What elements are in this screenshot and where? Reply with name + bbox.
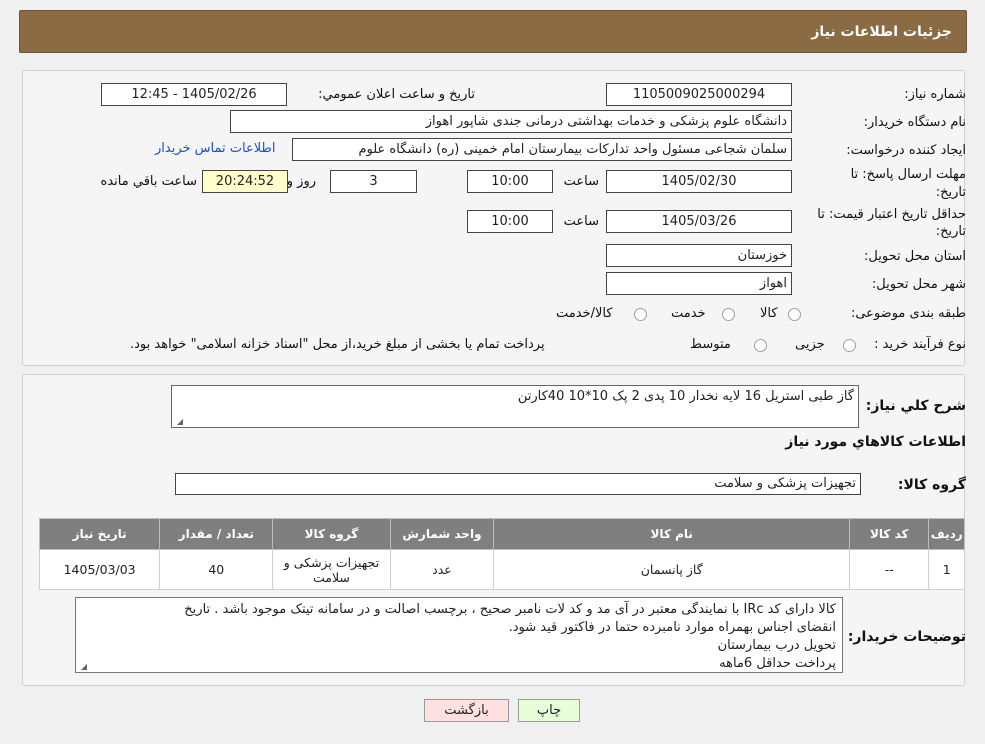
category-option-service: خدمت — [671, 306, 706, 321]
process-note: پرداخت تمام یا بخشی از مبلغ خرید،از محل … — [130, 337, 545, 352]
creator-field: سلمان شجاعی مسئول واحد تدارکات بیمارستان… — [292, 138, 792, 161]
deadline-label: مهلت ارسال پاسخ: تا — [850, 167, 966, 182]
cell-need-date: 1405/03/03 — [38, 549, 161, 590]
page-title: جزئیات اطلاعات نیاز — [811, 23, 952, 40]
buyer-notes-label: توضیحات خریدار: — [847, 629, 966, 645]
buyer-note-line: کالا دارای کد IRc با نمایندگی معتبر در آ… — [184, 602, 836, 617]
category-option-goods-service: کالا/خدمت — [556, 306, 613, 321]
buyer-contact-link[interactable]: اطلاعات تماس خریدار — [155, 141, 275, 156]
days-remaining-field: 3 — [330, 170, 417, 193]
buyer-org-label: نام دستگاه خریدار: — [863, 115, 966, 130]
process-label: نوع فرآیند خرید : — [874, 337, 966, 352]
creator-label: ایجاد کننده درخواست: — [846, 143, 966, 158]
col-header-quantity: تعداد / مقدار — [159, 518, 274, 550]
buyer-note-line: تحویل درب بیمارستان — [717, 638, 836, 653]
category-label: طبقه بندی موضوعی: — [850, 306, 966, 321]
goods-group-field: تجهیزات پزشکی و سلامت — [175, 473, 861, 495]
cell-goods-code: -- — [848, 549, 930, 590]
resize-grip-icon[interactable]: ◢ — [175, 418, 183, 426]
need-number-label: شماره نیاز: — [904, 87, 966, 102]
back-button[interactable]: بازگشت — [424, 699, 509, 722]
category-radio-goods-service[interactable] — [634, 308, 647, 321]
validity-time-label: ساعت — [563, 214, 599, 229]
need-number-field: 1105009025000294 — [606, 83, 792, 106]
summary-title-label: شرح کلي نياز: — [865, 398, 966, 414]
category-radio-goods[interactable] — [788, 308, 801, 321]
buyer-note-line: پرداخت حداقل 6ماهه — [719, 656, 836, 671]
col-header-goods-name: نام کالا — [493, 518, 850, 550]
process-radio-minor[interactable] — [843, 339, 856, 352]
table-row: 1 -- گاز پانسمان عدد تجهیزات پزشکی و سلا… — [38, 549, 965, 590]
process-radio-medium[interactable] — [754, 339, 767, 352]
page-header: جزئیات اطلاعات نیاز — [19, 10, 967, 53]
validity-label: حداقل تاریخ اعتبار قیمت: تا — [817, 207, 966, 222]
deadline-time-field: 10:00 — [467, 170, 553, 193]
col-header-row-number: رديف — [928, 518, 965, 550]
announce-datetime-field: 1405/02/26 - 12:45 — [101, 83, 287, 106]
goods-table: رديف کد کالا نام کالا واحد شمارش گروه کا… — [38, 518, 965, 590]
summary-title-text: گاز طبی استریل 16 لایه نخدار 10 پدی 2 پک… — [517, 389, 854, 404]
validity-date-field: 1405/03/26 — [606, 210, 792, 233]
city-label: شهر محل تحویل: — [871, 277, 966, 292]
province-field: خوزستان — [606, 244, 792, 267]
cell-row-number: 1 — [928, 549, 965, 590]
announce-label: تاریخ و ساعت اعلان عمومي: — [318, 87, 475, 102]
col-header-goods-code: کد کالا — [848, 518, 930, 550]
deadline-date-field: 1405/02/30 — [606, 170, 792, 193]
cell-goods-name: گاز پانسمان — [493, 549, 850, 590]
table-header-row: رديف کد کالا نام کالا واحد شمارش گروه کا… — [38, 518, 965, 550]
buyer-notes-field: کالا دارای کد IRc با نمایندگی معتبر در آ… — [75, 597, 843, 673]
validity-label-2: تاریخ: — [935, 224, 966, 239]
deadline-label-2: تاریخ: — [935, 185, 966, 200]
goods-info-title: اطلاعات کالاهاي مورد نياز — [785, 434, 966, 450]
print-button[interactable]: چاپ — [518, 699, 580, 722]
notes-resize-grip-icon[interactable]: ◢ — [79, 663, 87, 671]
col-header-goods-group: گروه کالا — [272, 518, 391, 550]
process-option-medium: متوسط — [690, 337, 731, 352]
col-header-need-date: تاریخ نیاز — [38, 518, 161, 550]
goods-group-label: گروه کالا: — [897, 477, 966, 493]
category-radio-service[interactable] — [722, 308, 735, 321]
province-label: استان محل تحویل: — [864, 249, 966, 264]
remaining-time-label: ساعت باقي مانده — [100, 174, 197, 189]
buyer-note-line: انقضای اجناس بهمراه موارد نامبرده حتما د… — [508, 620, 836, 635]
buyer-org-field: دانشگاه علوم پزشکی و خدمات بهداشتی درمان… — [230, 110, 792, 133]
process-option-minor: جزیی — [795, 337, 825, 352]
days-label: روز و — [286, 174, 316, 189]
deadline-time-label: ساعت — [563, 174, 599, 189]
category-option-goods: کالا — [760, 306, 778, 321]
col-header-unit: واحد شمارش — [389, 518, 495, 550]
city-field: اهواز — [606, 272, 792, 295]
remaining-time-field: 20:24:52 — [202, 170, 288, 193]
validity-time-field: 10:00 — [467, 210, 553, 233]
cell-unit: عدد — [389, 549, 495, 590]
cell-quantity: 40 — [159, 549, 274, 590]
summary-title-field: گاز طبی استریل 16 لایه نخدار 10 پدی 2 پک… — [171, 385, 859, 428]
cell-goods-group: تجهیزات پزشکی و سلامت — [272, 549, 391, 590]
